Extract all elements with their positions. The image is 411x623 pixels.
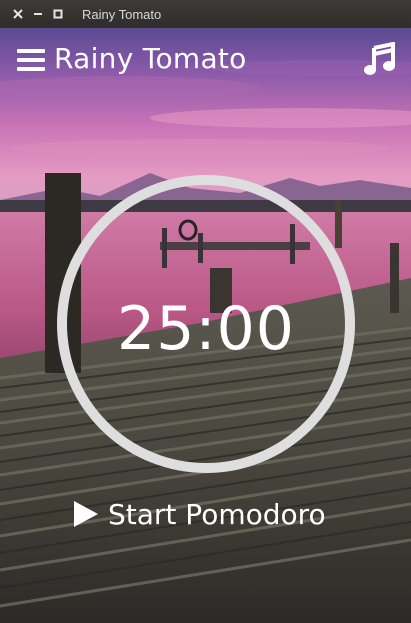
hamburger-bar (17, 67, 45, 71)
close-icon (13, 9, 23, 19)
music-button[interactable] (364, 41, 396, 76)
timer-display: 25:00 (117, 294, 295, 364)
minimize-icon (34, 13, 42, 15)
window-titlebar: Rainy Tomato (0, 0, 411, 28)
play-icon (74, 501, 98, 527)
window-minimize-button[interactable] (28, 4, 48, 24)
menu-button[interactable] (17, 49, 45, 71)
start-pomodoro-button[interactable]: Start Pomodoro (72, 496, 326, 532)
maximize-icon (53, 9, 63, 19)
window-close-button[interactable] (8, 4, 28, 24)
hamburger-bar (17, 58, 45, 62)
start-pomodoro-label: Start Pomodoro (108, 497, 326, 531)
app-window: Rainy Tomato Rainy Tomato 25:00 Start Po… (0, 0, 411, 623)
app-title: Rainy Tomato (54, 42, 247, 75)
window-maximize-button[interactable] (48, 4, 68, 24)
window-title: Rainy Tomato (82, 6, 162, 22)
hamburger-menu-icon (17, 49, 45, 53)
music-note-icon (364, 41, 395, 75)
